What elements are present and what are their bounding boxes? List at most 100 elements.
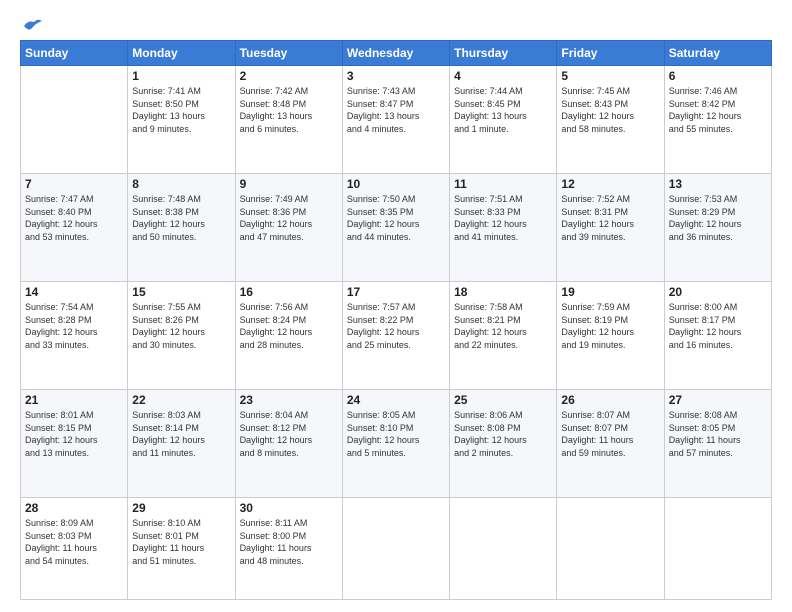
day-info: Sunrise: 8:00 AM Sunset: 8:17 PM Dayligh… <box>669 301 767 351</box>
calendar-cell: 8 Sunrise: 7:48 AM Sunset: 8:38 PM Daylig… <box>128 174 235 282</box>
day-info: Sunrise: 7:53 AM Sunset: 8:29 PM Dayligh… <box>669 193 767 243</box>
logo <box>20 18 42 34</box>
calendar-cell: 24 Sunrise: 8:05 AM Sunset: 8:10 PM Dayli… <box>342 390 449 498</box>
weekday-header-monday: Monday <box>128 41 235 66</box>
day-number: 8 <box>132 177 230 191</box>
calendar-cell: 6 Sunrise: 7:46 AM Sunset: 8:42 PM Daylig… <box>664 66 771 174</box>
day-info: Sunrise: 7:56 AM Sunset: 8:24 PM Dayligh… <box>240 301 338 351</box>
calendar-cell: 23 Sunrise: 8:04 AM Sunset: 8:12 PM Dayli… <box>235 390 342 498</box>
calendar-cell <box>664 498 771 600</box>
day-number: 24 <box>347 393 445 407</box>
weekday-header-sunday: Sunday <box>21 41 128 66</box>
calendar-cell: 26 Sunrise: 8:07 AM Sunset: 8:07 PM Dayli… <box>557 390 664 498</box>
day-number: 28 <box>25 501 123 515</box>
day-number: 9 <box>240 177 338 191</box>
day-info: Sunrise: 7:51 AM Sunset: 8:33 PM Dayligh… <box>454 193 552 243</box>
day-number: 17 <box>347 285 445 299</box>
day-info: Sunrise: 8:04 AM Sunset: 8:12 PM Dayligh… <box>240 409 338 459</box>
day-number: 15 <box>132 285 230 299</box>
day-number: 5 <box>561 69 659 83</box>
day-number: 18 <box>454 285 552 299</box>
calendar-cell: 16 Sunrise: 7:56 AM Sunset: 8:24 PM Dayli… <box>235 282 342 390</box>
week-row-4: 21Sunrise: 8:01 AM Sunset: 8:15 PM Dayli… <box>21 390 772 498</box>
calendar-cell: 21Sunrise: 8:01 AM Sunset: 8:15 PM Dayli… <box>21 390 128 498</box>
calendar-cell: 9 Sunrise: 7:49 AM Sunset: 8:36 PM Daylig… <box>235 174 342 282</box>
day-info: Sunrise: 7:45 AM Sunset: 8:43 PM Dayligh… <box>561 85 659 135</box>
day-info: Sunrise: 8:05 AM Sunset: 8:10 PM Dayligh… <box>347 409 445 459</box>
day-number: 6 <box>669 69 767 83</box>
calendar-cell: 15 Sunrise: 7:55 AM Sunset: 8:26 PM Dayli… <box>128 282 235 390</box>
day-number: 27 <box>669 393 767 407</box>
day-info: Sunrise: 7:41 AM Sunset: 8:50 PM Dayligh… <box>132 85 230 135</box>
day-number: 16 <box>240 285 338 299</box>
day-number: 29 <box>132 501 230 515</box>
day-number: 30 <box>240 501 338 515</box>
calendar-cell <box>557 498 664 600</box>
week-row-3: 14 Sunrise: 7:54 AM Sunset: 8:28 PM Dayli… <box>21 282 772 390</box>
calendar-cell: 29 Sunrise: 8:10 AM Sunset: 8:01 PM Dayli… <box>128 498 235 600</box>
day-info: Sunrise: 7:48 AM Sunset: 8:38 PM Dayligh… <box>132 193 230 243</box>
calendar-cell: 20Sunrise: 8:00 AM Sunset: 8:17 PM Dayli… <box>664 282 771 390</box>
day-number: 23 <box>240 393 338 407</box>
calendar-cell: 18 Sunrise: 7:58 AM Sunset: 8:21 PM Dayli… <box>450 282 557 390</box>
calendar-cell: 1 Sunrise: 7:41 AM Sunset: 8:50 PM Daylig… <box>128 66 235 174</box>
calendar-cell: 3Sunrise: 7:43 AM Sunset: 8:47 PM Daylig… <box>342 66 449 174</box>
day-number: 14 <box>25 285 123 299</box>
calendar-cell: 30 Sunrise: 8:11 AM Sunset: 8:00 PM Dayli… <box>235 498 342 600</box>
calendar-cell: 7 Sunrise: 7:47 AM Sunset: 8:40 PM Daylig… <box>21 174 128 282</box>
week-row-5: 28 Sunrise: 8:09 AM Sunset: 8:03 PM Dayli… <box>21 498 772 600</box>
week-row-2: 7 Sunrise: 7:47 AM Sunset: 8:40 PM Daylig… <box>21 174 772 282</box>
day-info: Sunrise: 8:11 AM Sunset: 8:00 PM Dayligh… <box>240 517 338 567</box>
day-number: 13 <box>669 177 767 191</box>
calendar-table: SundayMondayTuesdayWednesdayThursdayFrid… <box>20 40 772 600</box>
day-number: 11 <box>454 177 552 191</box>
day-number: 1 <box>132 69 230 83</box>
weekday-header-row: SundayMondayTuesdayWednesdayThursdayFrid… <box>21 41 772 66</box>
day-number: 7 <box>25 177 123 191</box>
day-info: Sunrise: 7:47 AM Sunset: 8:40 PM Dayligh… <box>25 193 123 243</box>
day-number: 12 <box>561 177 659 191</box>
day-number: 2 <box>240 69 338 83</box>
calendar-cell: 4 Sunrise: 7:44 AM Sunset: 8:45 PM Daylig… <box>450 66 557 174</box>
day-number: 19 <box>561 285 659 299</box>
weekday-header-saturday: Saturday <box>664 41 771 66</box>
day-info: Sunrise: 7:50 AM Sunset: 8:35 PM Dayligh… <box>347 193 445 243</box>
day-info: Sunrise: 7:46 AM Sunset: 8:42 PM Dayligh… <box>669 85 767 135</box>
calendar-cell: 27Sunrise: 8:08 AM Sunset: 8:05 PM Dayli… <box>664 390 771 498</box>
day-number: 22 <box>132 393 230 407</box>
logo-bird-icon <box>22 18 42 34</box>
calendar-cell: 14 Sunrise: 7:54 AM Sunset: 8:28 PM Dayli… <box>21 282 128 390</box>
day-info: Sunrise: 7:55 AM Sunset: 8:26 PM Dayligh… <box>132 301 230 351</box>
weekday-header-tuesday: Tuesday <box>235 41 342 66</box>
day-info: Sunrise: 7:52 AM Sunset: 8:31 PM Dayligh… <box>561 193 659 243</box>
calendar-cell: 11 Sunrise: 7:51 AM Sunset: 8:33 PM Dayli… <box>450 174 557 282</box>
day-info: Sunrise: 7:59 AM Sunset: 8:19 PM Dayligh… <box>561 301 659 351</box>
calendar-cell <box>21 66 128 174</box>
day-info: Sunrise: 7:57 AM Sunset: 8:22 PM Dayligh… <box>347 301 445 351</box>
day-number: 26 <box>561 393 659 407</box>
day-info: Sunrise: 7:49 AM Sunset: 8:36 PM Dayligh… <box>240 193 338 243</box>
calendar-cell: 10Sunrise: 7:50 AM Sunset: 8:35 PM Dayli… <box>342 174 449 282</box>
calendar-cell: 22Sunrise: 8:03 AM Sunset: 8:14 PM Dayli… <box>128 390 235 498</box>
weekday-header-friday: Friday <box>557 41 664 66</box>
day-number: 25 <box>454 393 552 407</box>
day-info: Sunrise: 8:10 AM Sunset: 8:01 PM Dayligh… <box>132 517 230 567</box>
weekday-header-wednesday: Wednesday <box>342 41 449 66</box>
day-info: Sunrise: 7:58 AM Sunset: 8:21 PM Dayligh… <box>454 301 552 351</box>
week-row-1: 1 Sunrise: 7:41 AM Sunset: 8:50 PM Daylig… <box>21 66 772 174</box>
calendar-cell <box>450 498 557 600</box>
weekday-header-thursday: Thursday <box>450 41 557 66</box>
calendar-cell: 28 Sunrise: 8:09 AM Sunset: 8:03 PM Dayli… <box>21 498 128 600</box>
day-info: Sunrise: 8:09 AM Sunset: 8:03 PM Dayligh… <box>25 517 123 567</box>
calendar-cell: 19 Sunrise: 7:59 AM Sunset: 8:19 PM Dayli… <box>557 282 664 390</box>
day-number: 4 <box>454 69 552 83</box>
calendar-page: SundayMondayTuesdayWednesdayThursdayFrid… <box>0 0 792 612</box>
day-info: Sunrise: 7:42 AM Sunset: 8:48 PM Dayligh… <box>240 85 338 135</box>
day-info: Sunrise: 7:54 AM Sunset: 8:28 PM Dayligh… <box>25 301 123 351</box>
calendar-cell: 13 Sunrise: 7:53 AM Sunset: 8:29 PM Dayli… <box>664 174 771 282</box>
day-info: Sunrise: 7:44 AM Sunset: 8:45 PM Dayligh… <box>454 85 552 135</box>
day-number: 3 <box>347 69 445 83</box>
calendar-cell: 17 Sunrise: 7:57 AM Sunset: 8:22 PM Dayli… <box>342 282 449 390</box>
day-info: Sunrise: 8:07 AM Sunset: 8:07 PM Dayligh… <box>561 409 659 459</box>
day-info: Sunrise: 8:01 AM Sunset: 8:15 PM Dayligh… <box>25 409 123 459</box>
